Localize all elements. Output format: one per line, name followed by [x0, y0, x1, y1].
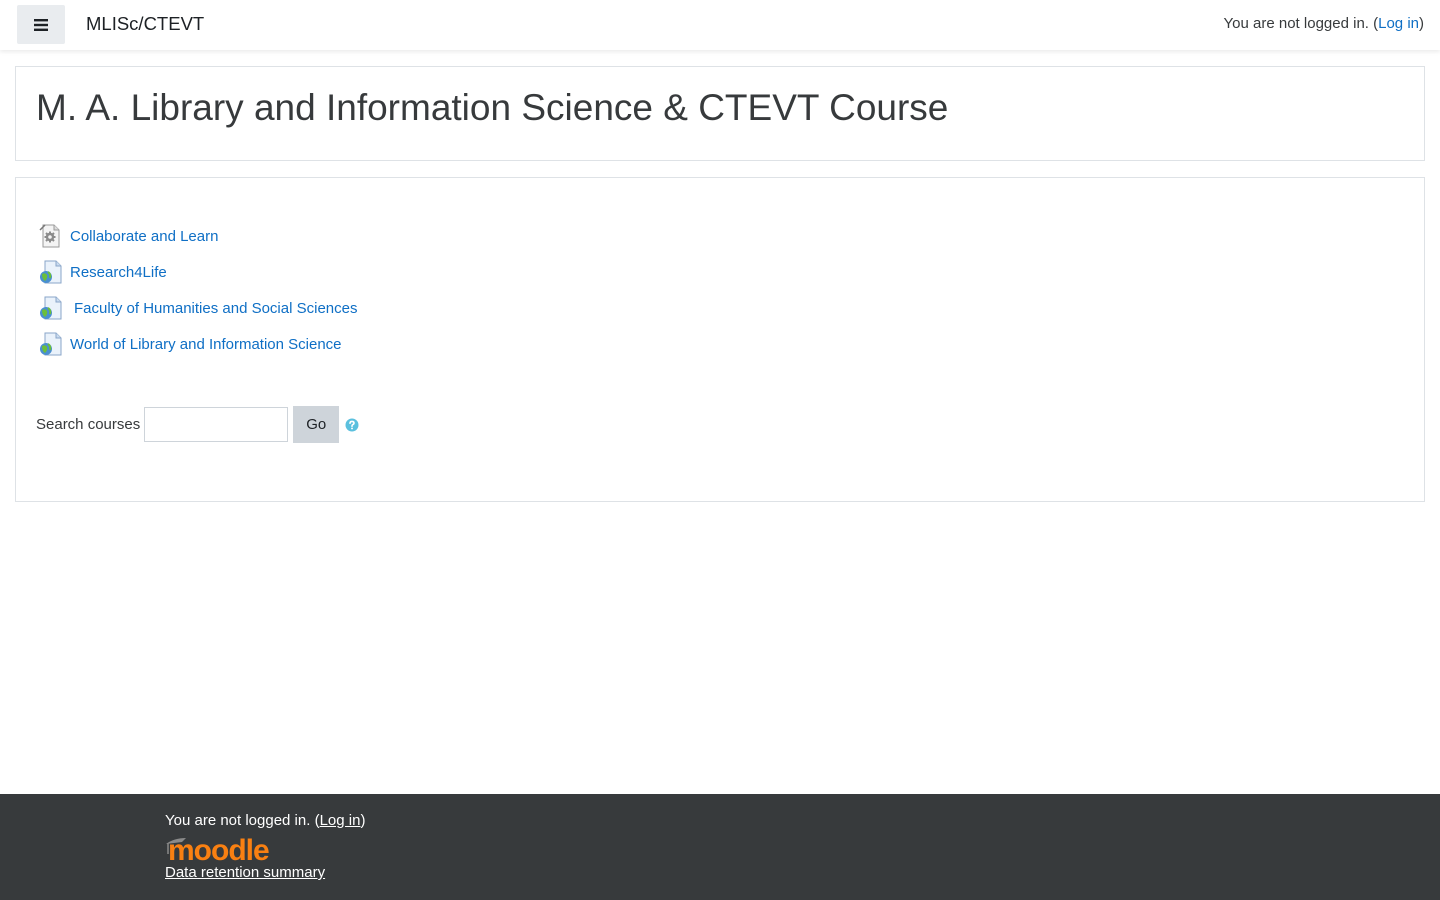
link-research4life[interactable]: Research4Life: [70, 264, 167, 281]
link-list: Collaborate and Learn Research4Life Facu…: [39, 218, 357, 362]
login-info: You are not logged in. (Log in): [1224, 15, 1424, 32]
gear-file-icon: [39, 224, 60, 248]
footer-login-info: You are not logged in. (Log in): [165, 812, 365, 829]
search-courses-input[interactable]: [144, 407, 289, 442]
globe-file-icon: [40, 260, 62, 284]
link-collaborate-and-learn[interactable]: Collaborate and Learn: [70, 228, 218, 245]
site-name[interactable]: MLISc/CTEVT: [86, 13, 204, 35]
login-suffix: ): [1419, 15, 1424, 32]
main-content: Collaborate and Learn Research4Life Facu…: [15, 177, 1425, 502]
data-retention-link[interactable]: Data retention summary: [165, 864, 325, 881]
list-item: Collaborate and Learn: [39, 218, 357, 254]
login-prefix: You are not logged in. (: [1223, 15, 1379, 32]
drawer-toggle-button[interactable]: [17, 5, 65, 44]
list-item: Faculty of Humanities and Social Science…: [39, 290, 357, 326]
list-item: World of Library and Information Science: [39, 326, 357, 362]
link-faculty-of-humanities[interactable]: Faculty of Humanities and Social Science…: [74, 300, 357, 317]
footer-login-suffix: ): [360, 812, 366, 829]
page-footer: You are not logged in. (Log in) moodle D…: [0, 794, 1440, 900]
course-search-form: Search courses Go: [36, 406, 359, 443]
moodle-logo[interactable]: moodle: [164, 832, 280, 862]
search-go-button[interactable]: Go: [293, 406, 340, 443]
list-item: Research4Life: [39, 254, 357, 290]
footer-login-prefix: You are not logged in. (: [165, 812, 320, 829]
page-header: M. A. Library and Information Science & …: [15, 66, 1425, 161]
top-navbar: MLISc/CTEVT You are not logged in. (Log …: [0, 0, 1440, 50]
help-icon[interactable]: [345, 418, 359, 432]
link-world-of-library[interactable]: World of Library and Information Science: [70, 336, 342, 353]
hamburger-menu-icon: [34, 18, 48, 31]
moodle-logo-text: moodle: [168, 834, 269, 862]
globe-file-icon: [40, 296, 62, 320]
login-link[interactable]: Log in: [1378, 15, 1419, 32]
page-title: M. A. Library and Information Science & …: [36, 87, 949, 128]
globe-file-icon: [40, 332, 62, 356]
search-courses-label: Search courses: [36, 416, 141, 433]
footer-login-link[interactable]: Log in: [320, 812, 361, 829]
